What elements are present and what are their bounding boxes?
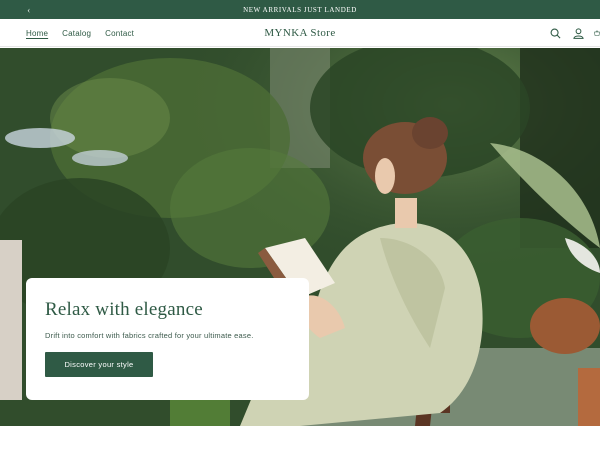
- hero-banner: Relax with elegance Drift into comfort w…: [0, 48, 600, 426]
- cart-icon[interactable]: [594, 26, 600, 40]
- header-icons: [548, 19, 600, 47]
- chevron-left-icon[interactable]: ‹: [23, 0, 35, 19]
- announcement-text: NEW ARRIVALS JUST LANDED: [243, 5, 357, 14]
- hero-subtitle: Drift into comfort with fabrics crafted …: [45, 330, 254, 340]
- nav-contact-link[interactable]: Contact: [105, 29, 134, 38]
- page-content-start: [0, 426, 600, 450]
- hero-card: Relax with elegance Drift into comfort w…: [26, 278, 309, 400]
- announcement-bar: ‹ NEW ARRIVALS JUST LANDED: [0, 0, 600, 19]
- search-icon[interactable]: [548, 26, 562, 40]
- account-icon[interactable]: [571, 26, 585, 40]
- site-header: Home Catalog Contact MYNKA Store: [0, 19, 600, 47]
- hero-title: Relax with elegance: [45, 299, 203, 320]
- main-nav: Home Catalog Contact: [26, 19, 134, 47]
- nav-catalog-link[interactable]: Catalog: [62, 29, 91, 38]
- nav-home-link[interactable]: Home: [26, 29, 48, 38]
- discover-style-button[interactable]: Discover your style: [45, 351, 153, 377]
